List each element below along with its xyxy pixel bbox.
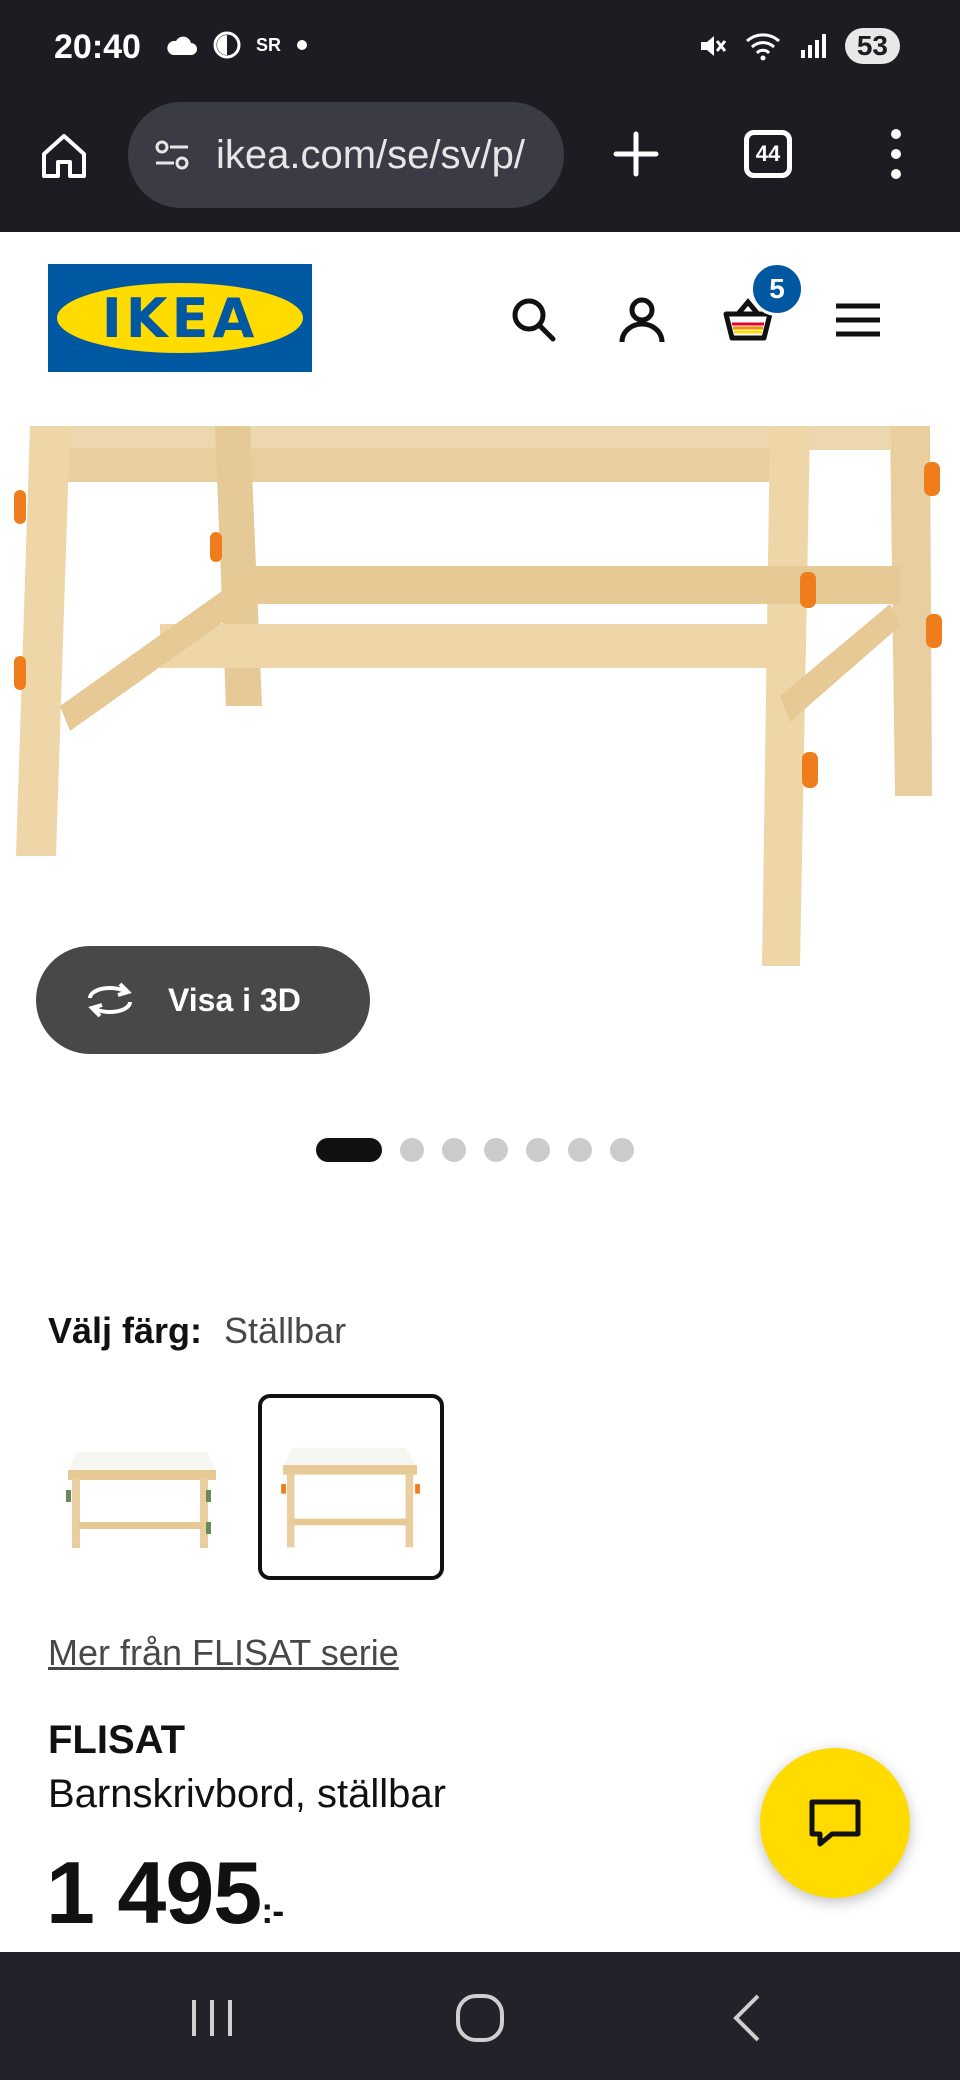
series-link[interactable]: Mer från FLISAT serie xyxy=(48,1632,399,1674)
price-suffix: :- xyxy=(261,1890,284,1931)
home-nav-icon[interactable] xyxy=(452,1990,508,2046)
recent-apps-icon[interactable] xyxy=(184,1990,240,2046)
logo-text: IKEA xyxy=(101,286,259,350)
swatch-desk-image xyxy=(66,1452,216,1548)
carousel-dot[interactable] xyxy=(526,1138,550,1162)
do-not-disturb-icon xyxy=(213,31,241,59)
color-swatch-1[interactable] xyxy=(48,1394,234,1580)
back-icon[interactable] xyxy=(722,1990,778,2046)
price-value: 1 495 xyxy=(46,1843,262,1942)
color-swatch-2[interactable] xyxy=(258,1394,444,1580)
carousel-dot[interactable] xyxy=(400,1138,424,1162)
color-label: Välj färg: xyxy=(48,1310,203,1351)
dot-icon xyxy=(297,40,308,50)
carousel-dot[interactable] xyxy=(610,1138,634,1162)
account-icon[interactable] xyxy=(614,292,670,348)
cloud-icon xyxy=(167,36,197,55)
home-icon[interactable] xyxy=(38,130,90,182)
more-menu-icon[interactable] xyxy=(886,126,906,182)
logo-oval: IKEA xyxy=(57,283,303,353)
site-header: IKEA 5 xyxy=(0,232,960,412)
product-description: Barnskrivbord, ställbar xyxy=(48,1772,446,1816)
rotate-3d-icon xyxy=(88,982,132,1018)
search-icon[interactable] xyxy=(506,292,562,348)
status-time: 20:40 xyxy=(54,28,141,66)
color-chooser-header: Välj färg: Ställbar xyxy=(48,1310,346,1352)
tab-switcher-button[interactable]: 44 xyxy=(744,130,792,178)
chat-icon xyxy=(809,1799,861,1847)
new-tab-icon[interactable] xyxy=(608,126,664,182)
url-text: ikea.com/se/sv/p/ xyxy=(216,132,526,177)
swatch-desk-image xyxy=(281,1447,420,1548)
address-bar[interactable]: ikea.com/se/sv/p/ xyxy=(128,102,564,208)
status-right-icons: 53 xyxy=(697,28,900,64)
carousel-dot[interactable] xyxy=(484,1138,508,1162)
view-in-3d-button[interactable]: Visa i 3D xyxy=(36,946,370,1054)
cart-count-badge: 5 xyxy=(750,262,804,316)
wifi-icon xyxy=(745,33,780,61)
browser-toolbar: ikea.com/se/sv/p/ 44 xyxy=(0,100,960,332)
color-value: Ställbar xyxy=(224,1310,347,1351)
product-name: FLISAT xyxy=(48,1718,186,1762)
battery-indicator: 53 xyxy=(844,28,900,64)
system-nav-bar xyxy=(0,1952,960,2080)
menu-icon[interactable] xyxy=(830,292,886,348)
carousel-dot[interactable] xyxy=(442,1138,466,1162)
carousel-dot[interactable] xyxy=(568,1138,592,1162)
mute-icon xyxy=(700,36,727,56)
sr-icon: SR xyxy=(256,34,282,55)
status-bar: 20:40 SR 53 xyxy=(0,0,960,100)
signal-icon xyxy=(800,34,826,58)
chat-button[interactable] xyxy=(760,1748,910,1898)
carousel-dot[interactable] xyxy=(316,1138,382,1162)
status-left-icons: SR xyxy=(164,30,309,60)
product-price: 1 495:- xyxy=(46,1842,284,1944)
site-settings-icon[interactable] xyxy=(148,131,196,179)
ikea-logo[interactable]: IKEA xyxy=(48,264,312,372)
carousel-indicator xyxy=(316,1138,634,1162)
view-in-3d-label: Visa i 3D xyxy=(168,981,301,1018)
